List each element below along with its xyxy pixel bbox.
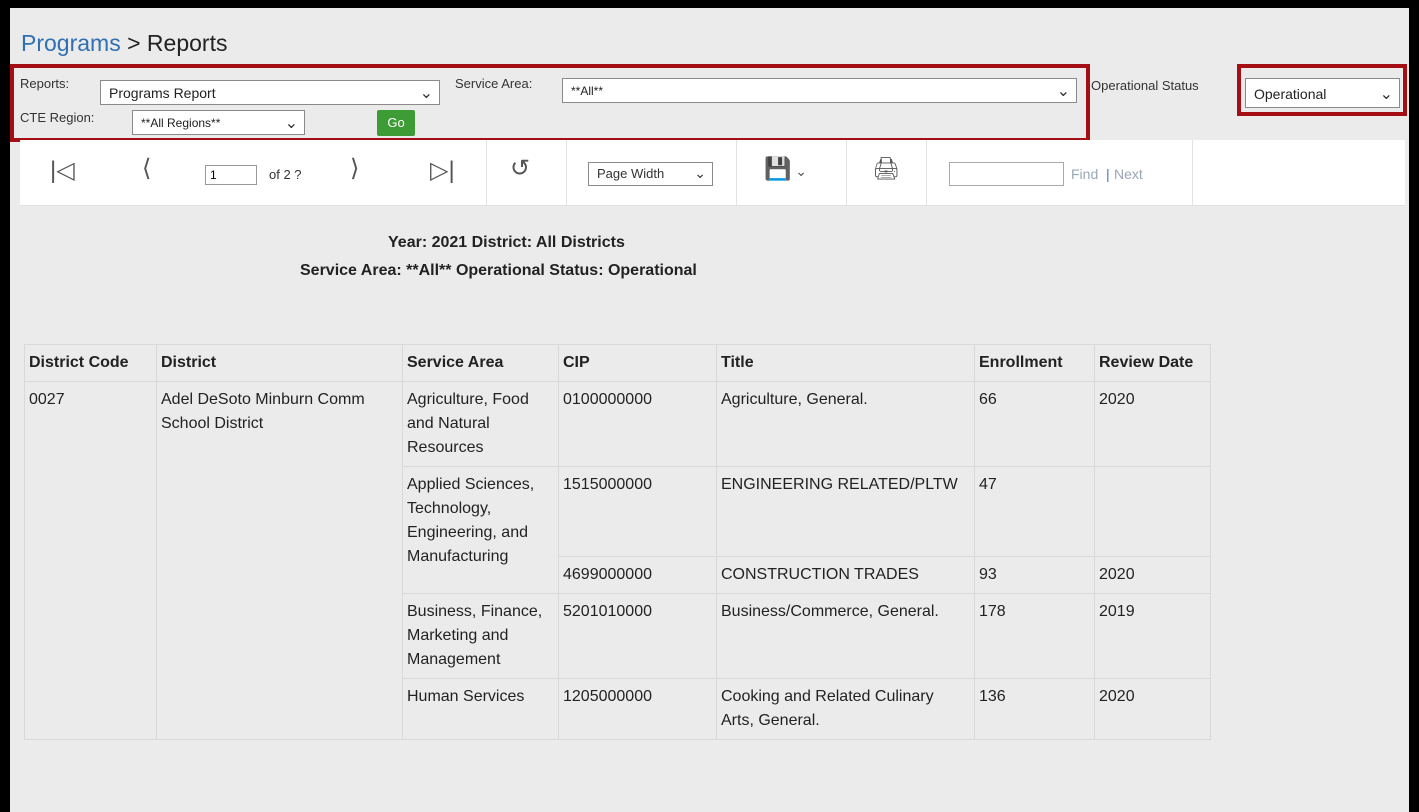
next-page-icon[interactable]: ⟩ <box>350 154 359 183</box>
service-area-select-value: **All** <box>571 84 604 98</box>
cte-region-select[interactable]: **All Regions** ⌄ <box>132 110 305 135</box>
cip-cell: 0100000000 <box>558 381 717 467</box>
find-link[interactable]: Find <box>1071 166 1098 182</box>
save-icon[interactable]: 💾 ⌄ <box>764 156 807 182</box>
first-page-icon[interactable]: |◁ <box>50 156 75 185</box>
zoom-select[interactable]: Page Width ⌄ <box>588 162 713 186</box>
service-area-cell: Applied Sciences, Technology, Engineerin… <box>402 466 559 594</box>
review-date-cell: 2020 <box>1094 381 1211 467</box>
enrollment-cell: 178 <box>974 593 1095 679</box>
cte-region-select-value: **All Regions** <box>141 116 221 130</box>
report-viewer-toolbar: |◁ ⟨ 1 of 2 ? ⟩ ▷| ↺ Page Width ⌄ 💾 ⌄ 🖨 … <box>20 140 1405 206</box>
breadcrumb-programs-link[interactable]: Programs <box>21 30 121 56</box>
title-cell: Cooking and Related Culinary Arts, Gener… <box>716 678 975 740</box>
cip-cell: 1205000000 <box>558 678 717 740</box>
service-area-cell: Agriculture, Food and Natural Resources <box>402 381 559 467</box>
title-cell: CONSTRUCTION TRADES <box>716 556 975 594</box>
service-area-select[interactable]: **All** ⌄ <box>562 78 1077 103</box>
cip-cell: 1515000000 <box>558 466 717 557</box>
service-area-cell: Business, Finance, Marketing and Managem… <box>402 593 559 679</box>
title-cell: Business/Commerce, General. <box>716 593 975 679</box>
operational-status-select[interactable]: Operational ⌄ <box>1245 78 1400 108</box>
cte-region-label: CTE Region: <box>20 110 95 125</box>
toolbar-divider <box>486 140 487 206</box>
toolbar-divider <box>736 140 737 206</box>
toolbar-divider <box>566 140 567 206</box>
review-date-cell: 2020 <box>1094 556 1211 594</box>
chevron-down-icon: ⌄ <box>1056 83 1070 100</box>
table-row: 0027 Adel DeSoto Minburn Comm School Dis… <box>24 381 1211 740</box>
district-cell: Adel DeSoto Minburn Comm School District <box>156 381 403 740</box>
cip-cell: 5201010000 <box>558 593 717 679</box>
programs-report-table: District Code District Service Area CIP … <box>24 344 1211 740</box>
last-page-icon[interactable]: ▷| <box>430 156 455 185</box>
back-icon[interactable]: ↺ <box>510 154 530 183</box>
review-date-cell: 2020 <box>1094 678 1211 740</box>
chevron-down-icon: ⌄ <box>284 115 298 132</box>
column-header: Title <box>716 344 975 382</box>
toolbar-divider <box>846 140 847 206</box>
prev-page-icon[interactable]: ⟨ <box>142 154 151 183</box>
operational-status-label: Operational Status <box>1091 78 1199 93</box>
service-area-label: Service Area: <box>455 76 533 91</box>
enrollment-cell: 47 <box>974 466 1095 557</box>
reports-select[interactable]: Programs Report ⌄ <box>100 80 440 105</box>
column-header: District <box>156 344 403 382</box>
title-cell: ENGINEERING RELATED/PLTW <box>716 466 975 557</box>
column-header: Service Area <box>402 344 559 382</box>
report-header-line2: Service Area: **All** Operational Status… <box>300 262 697 279</box>
breadcrumb-current: Reports <box>146 30 228 56</box>
service-area-cell: Human Services <box>402 678 559 740</box>
enrollment-cell: 93 <box>974 556 1095 594</box>
toolbar-divider <box>1192 140 1193 206</box>
find-separator: | <box>1106 166 1110 182</box>
chevron-down-icon: ⌄ <box>1379 86 1393 103</box>
go-button[interactable]: Go <box>377 110 415 136</box>
reports-select-value: Programs Report <box>109 85 216 101</box>
find-input[interactable] <box>949 162 1064 186</box>
page-count-text: of 2 ? <box>269 167 302 182</box>
reports-label: Reports: <box>20 76 70 91</box>
review-date-cell: 2019 <box>1094 593 1211 679</box>
breadcrumb-separator: > <box>127 30 141 56</box>
breadcrumb: Programs > Reports <box>21 30 227 57</box>
toolbar-divider <box>926 140 927 206</box>
title-cell: Agriculture, General. <box>716 381 975 467</box>
find-next-link[interactable]: Next <box>1114 166 1143 182</box>
column-header: Review Date <box>1094 344 1211 382</box>
chevron-down-icon: ⌄ <box>694 165 706 181</box>
zoom-select-value: Page Width <box>597 166 665 181</box>
table-header-row: District Code District Service Area CIP … <box>24 344 1211 382</box>
column-header: Enrollment <box>974 344 1095 382</box>
operational-status-select-value: Operational <box>1254 86 1327 102</box>
enrollment-cell: 136 <box>974 678 1095 740</box>
report-page: Programs > Reports Reports: Programs Rep… <box>10 8 1409 812</box>
district-code-cell: 0027 <box>24 381 157 740</box>
report-header-line1: Year: 2021 District: All Districts <box>388 234 625 251</box>
chevron-down-icon: ⌄ <box>419 85 433 102</box>
enrollment-cell: 66 <box>974 381 1095 467</box>
cip-cell: 4699000000 <box>558 556 717 594</box>
column-header: District Code <box>24 344 157 382</box>
column-header: CIP <box>558 344 717 382</box>
page-number-input[interactable]: 1 <box>205 165 257 185</box>
print-icon[interactable]: 🖨 <box>872 156 900 182</box>
review-date-cell <box>1094 466 1211 557</box>
